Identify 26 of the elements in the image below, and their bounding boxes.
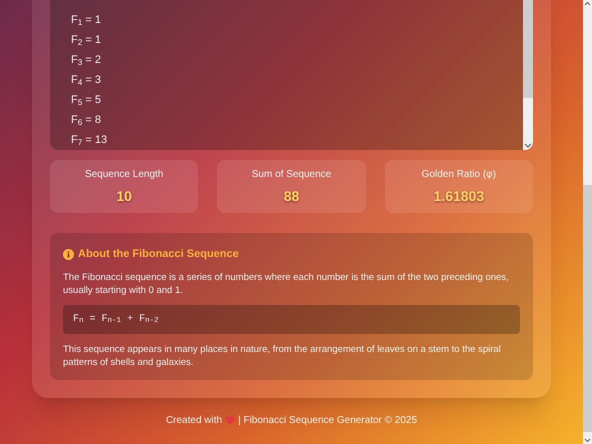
- heart-icon: [225, 416, 236, 424]
- stat-value: 1.61803: [434, 186, 484, 206]
- chevron-down-icon[interactable]: [523, 142, 533, 150]
- sequence-item: F$_{2}$ = 1: [71, 34, 101, 46]
- info-icon: [63, 248, 74, 260]
- stat-value: 88: [284, 186, 300, 206]
- about-title: About the Fibonacci Sequence: [78, 247, 239, 262]
- footer-text: Created with: [166, 414, 222, 428]
- stat-value: 10: [116, 186, 132, 206]
- footer-text: | Fibonacci Sequence Generator © 2025: [238, 414, 418, 428]
- stat-label: Golden Ratio (φ): [422, 168, 496, 182]
- about-intro: The Fibonacci sequence is a series of numbers where each number is the sum of the two preceding ones, usually starting with 0 and 1.: [63, 270, 510, 296]
- list-scrollbar[interactable]: [523, 0, 533, 150]
- sequence-item: F$_{1}$ = 1: [71, 14, 101, 26]
- stat-label: Sequence Length: [84, 168, 164, 182]
- sequence-item: F$_{5}$ = 5: [71, 94, 101, 106]
- sequence-item: F$_{3}$ = 2: [71, 54, 101, 66]
- page-scrollbar[interactable]: [583, 0, 592, 444]
- sequence-item: F$_{6}$ = 8: [71, 114, 101, 126]
- chevron-down-icon[interactable]: [583, 436, 592, 444]
- sequence-item: F$_{7}$ = 13: [71, 134, 108, 146]
- sequence-item: F$_{4}$ = 3: [71, 74, 101, 86]
- chevron-up-icon[interactable]: [583, 0, 592, 8]
- about-outro: This sequence appears in many places in nature, from the arrangement of leaves on a stem to the spiral patterns of shells and galaxies.: [63, 342, 502, 368]
- stat-label: Sum of Sequence: [252, 168, 332, 182]
- formula: F$_{n}$ = F$_{n-1}$ + F$_{n-2}$: [73, 312, 159, 326]
